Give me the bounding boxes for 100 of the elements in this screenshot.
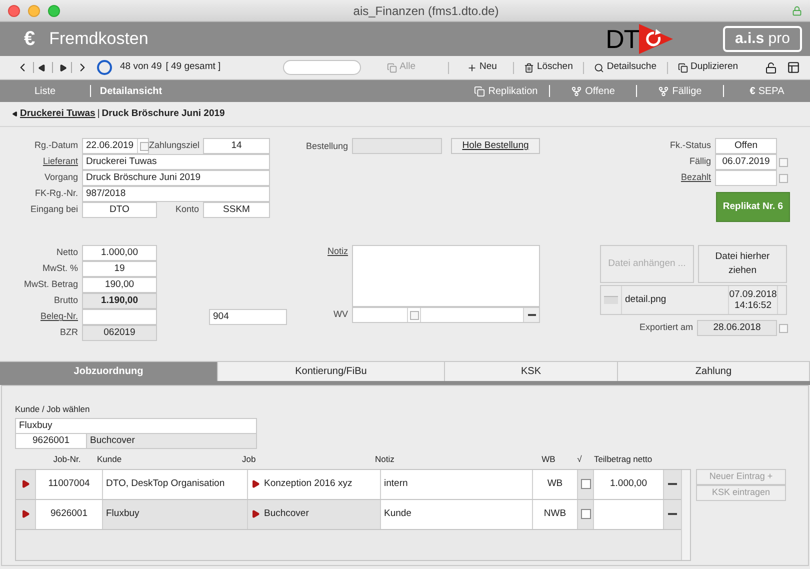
go-arrow-icon[interactable]: [251, 479, 260, 490]
input-field[interactable]: 987/2018: [82, 186, 270, 202]
field-link[interactable]: Lieferant: [0, 155, 82, 169]
section-tab[interactable]: KSK: [445, 362, 618, 381]
amount-field[interactable]: 190,00: [82, 277, 157, 293]
amount-field[interactable]: 1.190,00: [82, 293, 157, 309]
amount-field[interactable]: 1.000,00: [82, 245, 157, 261]
file-name: detail.png: [624, 292, 668, 307]
field-link[interactable]: Bezahlt: [680, 171, 715, 185]
checkbox[interactable]: [580, 479, 590, 490]
column-header: Kunde: [97, 453, 123, 466]
field-label: Fällig: [689, 155, 712, 168]
back-arrow-icon[interactable]: [12, 111, 18, 117]
window-title: ais_Finanzen (fms1.dto.de): [352, 2, 500, 20]
copy-icon: [474, 86, 486, 96]
field-label: Bestellung: [304, 140, 349, 153]
page-title: Fremdkosten: [49, 28, 148, 50]
file-thumbnail-icon: [604, 296, 618, 304]
job-field: Buchcover: [87, 434, 257, 449]
input-field[interactable]: [352, 138, 442, 154]
record-counter: 48 von 49: [120, 60, 162, 74]
column-header: WB: [540, 453, 556, 466]
column-header: Notiz: [375, 453, 396, 466]
input-field[interactable]: Offen: [715, 138, 777, 154]
field-label: Fk.-Status: [670, 139, 712, 152]
input-field[interactable]: 22.06.2019: [82, 138, 149, 154]
table-cell: Konzeption 2016 xyz: [247, 470, 380, 499]
customer-field[interactable]: Fluxbuy: [15, 418, 257, 434]
table-cell: WB: [532, 470, 577, 499]
field-label: FK-Rg.-Nr.: [34, 187, 79, 200]
table-row[interactable]: 11007004 DTO, DeskTop Organisation Konzeption 2016 xyz intern WB 1.000,00: [16, 470, 681, 500]
layout-icon[interactable]: [787, 61, 800, 74]
amount-field[interactable]: 062019: [82, 325, 157, 341]
logo-mark-icon: [638, 24, 673, 54]
fetch-order-button[interactable]: Hole Bestellung: [451, 138, 540, 154]
fork-icon: [571, 86, 582, 96]
amount-field[interactable]: 19: [82, 261, 157, 277]
remove-button[interactable]: [523, 308, 539, 322]
column-header: Teilbetrag netto: [592, 453, 654, 466]
fork-icon: [658, 86, 670, 96]
calendar-icon[interactable]: [140, 142, 149, 150]
scrollbar[interactable]: [681, 470, 690, 560]
go-arrow-icon[interactable]: [21, 509, 30, 520]
drop-file-button[interactable]: Datei hierher ziehen: [698, 245, 787, 283]
calendar-icon[interactable]: [410, 310, 418, 320]
input-field[interactable]: [715, 170, 777, 186]
go-arrow-icon[interactable]: [21, 479, 30, 490]
input-field[interactable]: 14: [203, 138, 270, 154]
input-field[interactable]: 904: [209, 309, 287, 325]
table-cell: 1.000,00: [593, 470, 663, 499]
remove-row-button[interactable]: [663, 470, 681, 499]
field-label: MwSt. %: [41, 262, 79, 276]
column-header: Job-Nr.: [52, 453, 82, 466]
calendar-icon[interactable]: [778, 324, 788, 332]
file-row[interactable]: detail.png 07.09.2018 14:16:52: [600, 285, 787, 315]
remove-row-button[interactable]: [663, 500, 681, 529]
input-field[interactable]: 28.06.2018: [697, 320, 777, 336]
follow-up-field[interactable]: [352, 307, 540, 323]
file-date: 07.09.2018: [729, 289, 777, 300]
input-field[interactable]: 06.07.2019: [715, 154, 777, 170]
copy-icon: [678, 62, 688, 72]
search-field[interactable]: [282, 60, 361, 75]
input-field[interactable]: DTO: [82, 202, 157, 218]
input-field[interactable]: SSKM: [203, 202, 270, 218]
column-header: √: [576, 453, 583, 466]
plus-icon: [466, 62, 476, 72]
table-cell: [593, 500, 663, 529]
section-tab[interactable]: Zahlung: [618, 362, 810, 381]
toolbar-button[interactable]: Neu: [462, 60, 501, 75]
input-field[interactable]: Druckerei Tuwas: [82, 154, 270, 170]
field-label: Rg.-Datum: [33, 139, 79, 152]
record-total: [ 49 gesamt ]: [166, 60, 221, 74]
trash-icon: [524, 62, 534, 72]
toolbar-button[interactable]: Löschen: [520, 60, 577, 75]
amount-field[interactable]: [82, 309, 157, 325]
euro-symbol: €: [750, 84, 756, 98]
toolbar-button[interactable]: Detailsuche: [590, 60, 660, 75]
field-link[interactable]: Notiz: [300, 245, 352, 258]
checkbox[interactable]: [580, 509, 590, 520]
field-link[interactable]: Beleg-Nr.: [0, 310, 82, 324]
table-cell: 9626001: [35, 500, 102, 529]
minimize-button[interactable]: [28, 4, 40, 16]
euro-symbol: €: [24, 27, 36, 52]
logo: DT: [606, 24, 673, 54]
close-button[interactable]: [8, 4, 20, 16]
input-field[interactable]: Druck Bröschure Juni 2019: [82, 170, 270, 186]
next-record-icon[interactable]: [59, 64, 67, 72]
table-cell: NWB: [532, 500, 577, 529]
section-tab[interactable]: Kontierung/FiBu: [218, 362, 445, 381]
go-arrow-icon[interactable]: [251, 509, 260, 520]
toolbar-button[interactable]: Duplizieren: [674, 60, 742, 75]
previous-record-icon[interactable]: [38, 64, 46, 72]
zoom-button[interactable]: [48, 4, 60, 16]
breadcrumb-link[interactable]: Druckerei Tuwas: [20, 106, 96, 122]
job-number-field: 9626001: [15, 434, 87, 449]
copy-icon: [386, 62, 397, 72]
unlock-icon[interactable]: [765, 62, 777, 74]
table-row[interactable]: 9626001 Fluxbuy Buchcover Kunde NWB: [16, 500, 681, 530]
field-label: WV: [332, 308, 349, 322]
field-label: MwSt. Betrag: [22, 278, 79, 292]
